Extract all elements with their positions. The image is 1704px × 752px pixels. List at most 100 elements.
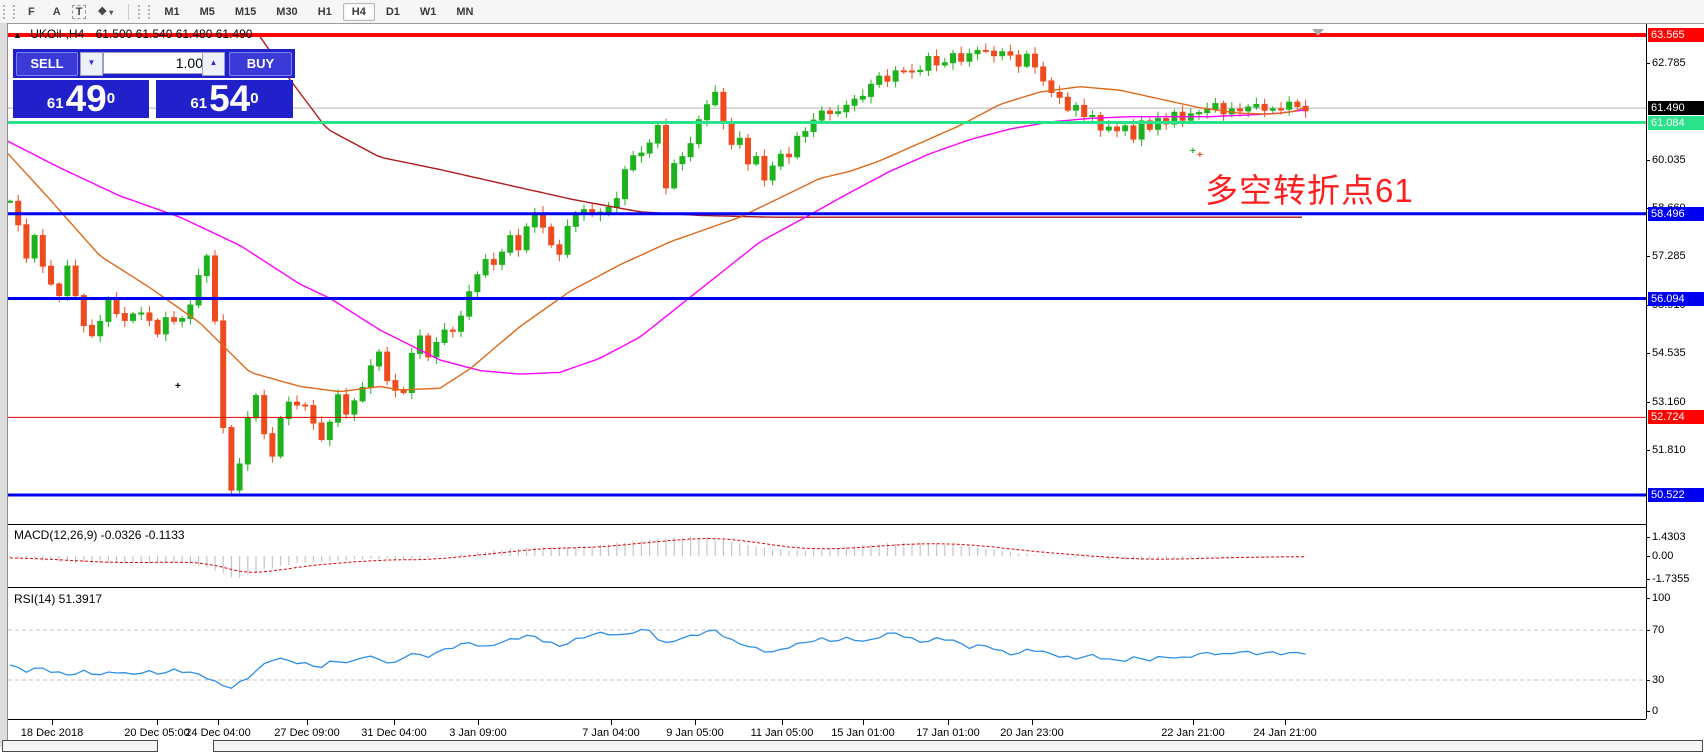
- toolbar-grip-2[interactable]: [138, 5, 150, 19]
- date-axis-tick: [157, 720, 158, 725]
- price-badge-63.565: 63.565: [1648, 28, 1704, 42]
- timeframe-m5[interactable]: M5: [191, 3, 224, 21]
- timeframe-buttons: M1M5M15M30H1H4D1W1MN: [154, 3, 483, 21]
- buy-price-display[interactable]: 61 54 0: [156, 80, 293, 118]
- price-badge-52.724: 52.724: [1648, 410, 1704, 424]
- sell-button[interactable]: SELL: [16, 52, 78, 76]
- date-axis-tick: [394, 720, 395, 725]
- macd-axis-label: 1.4303: [1652, 531, 1704, 543]
- rsi-axis-label: 30: [1652, 674, 1704, 686]
- volume-increase-button[interactable]: ▲: [202, 52, 225, 76]
- date-axis-label: 18 Dec 2018: [21, 727, 83, 739]
- date-axis-label: 20 Dec 05:00: [124, 727, 189, 739]
- date-axis-label: 7 Jan 04:00: [582, 727, 640, 739]
- date-axis[interactable]: 18 Dec 201820 Dec 05:0024 Dec 04:0027 De…: [8, 719, 1646, 741]
- chart-marker-icon: +: [1190, 146, 1196, 157]
- date-axis-tick: [611, 720, 612, 725]
- chart-shift-marker-icon[interactable]: [1312, 29, 1324, 36]
- price-badge-58.496: 58.496: [1648, 207, 1704, 221]
- price-axis-label: 60.035: [1652, 154, 1704, 166]
- timeframe-h4[interactable]: H4: [343, 3, 375, 21]
- timeframe-d1[interactable]: D1: [377, 3, 409, 21]
- toolbar-grip[interactable]: [3, 5, 15, 19]
- date-axis-tick: [478, 720, 479, 725]
- sell-price-display[interactable]: 61 49 0: [13, 80, 149, 118]
- panel-divider[interactable]: [8, 524, 1646, 525]
- price-axis-tick: [1646, 160, 1650, 161]
- chart-marker-icon: +: [1197, 150, 1203, 161]
- date-axis-label: 24 Jan 21:00: [1253, 727, 1317, 739]
- date-axis-tick: [52, 720, 53, 725]
- date-axis-tick: [1285, 720, 1286, 725]
- date-axis-label: 11 Jan 05:00: [751, 727, 814, 739]
- timeframe-h1[interactable]: H1: [309, 3, 341, 21]
- terminal-window: FAT❖▾ M1M5M15M30H1H4D1W1MN ▲ UKOil-,H4 6…: [0, 0, 1704, 747]
- date-axis-tick: [1032, 720, 1033, 725]
- toolbar-separator: [128, 4, 129, 20]
- cursor-a-tool-icon[interactable]: A: [46, 4, 68, 20]
- date-axis-tick: [863, 720, 864, 725]
- text-tool-icon[interactable]: T: [72, 5, 87, 19]
- date-axis-label: 15 Jan 01:00: [831, 727, 895, 739]
- panel-divider-2[interactable]: [8, 587, 1646, 588]
- price-badge-61.490: 61.490: [1648, 101, 1704, 115]
- rsi-axis-label: 100: [1652, 592, 1704, 604]
- sell-price-big: 49: [66, 82, 107, 116]
- date-axis-tick: [1193, 720, 1194, 725]
- timeframe-m1[interactable]: M1: [155, 3, 188, 21]
- date-axis-label: 20 Jan 23:00: [1000, 727, 1064, 739]
- price-axis-label: 53.160: [1652, 396, 1704, 408]
- price-axis-tick: [1646, 353, 1650, 354]
- price-axis-label: 62.785: [1652, 57, 1704, 69]
- price-axis-tick: [1646, 63, 1650, 64]
- buy-price-big: 54: [209, 82, 250, 116]
- sell-price-sup: 0: [107, 90, 115, 107]
- trade-panel-top-row: SELL ▼ ▲ BUY: [13, 49, 295, 78]
- timeframe-w1[interactable]: W1: [411, 3, 446, 21]
- date-axis-tick: [782, 720, 783, 725]
- window-left-frame: [0, 23, 8, 747]
- chart-marker-icon: +: [175, 381, 181, 392]
- date-axis-tick: [695, 720, 696, 725]
- timeframe-m30[interactable]: M30: [267, 3, 306, 21]
- timeframe-mn[interactable]: MN: [447, 3, 482, 21]
- date-axis-label: 22 Jan 21:00: [1161, 727, 1225, 739]
- chart-annotation-text: 多空转折点61: [1205, 164, 1414, 212]
- rsi-panel-canvas[interactable]: [8, 590, 1646, 719]
- price-axis-tick: [1646, 402, 1650, 403]
- date-axis-tick: [307, 720, 308, 725]
- rsi-axis-label: 70: [1652, 624, 1704, 636]
- drawing-tools: FAT❖▾: [19, 3, 122, 20]
- buy-price-small: 61: [190, 95, 207, 112]
- date-axis-label: 24 Dec 04:00: [185, 727, 250, 739]
- price-badge-56.094: 56.094: [1648, 292, 1704, 306]
- price-axis-tick: [1646, 450, 1650, 451]
- macd-label: MACD(12,26,9) -0.0326 -0.1133: [14, 528, 185, 542]
- macd-panel-canvas[interactable]: [8, 526, 1646, 587]
- price-badge-50.522: 50.522: [1648, 488, 1704, 502]
- date-axis-label: 9 Jan 05:00: [666, 727, 724, 739]
- rsi-label: RSI(14) 51.3917: [14, 592, 102, 606]
- date-axis-label: 31 Dec 04:00: [361, 727, 426, 739]
- statusbar-box-right: [213, 740, 1703, 752]
- timeframe-m15[interactable]: M15: [226, 3, 265, 21]
- volume-decrease-button[interactable]: ▼: [80, 52, 103, 76]
- grid-f-tool-icon[interactable]: F: [21, 4, 42, 20]
- shapes-tool-icon[interactable]: ❖▾: [90, 3, 120, 20]
- macd-axis-label: -1.7355: [1652, 573, 1704, 585]
- sell-price-small: 61: [47, 95, 64, 112]
- rsi-axis-label: 0: [1652, 705, 1704, 717]
- ohlc-values: 61.500 61.540 61.480 61.490: [96, 27, 253, 41]
- buy-button[interactable]: BUY: [229, 52, 292, 76]
- date-axis-tick: [218, 720, 219, 725]
- price-badge-61.084: 61.084: [1648, 116, 1704, 130]
- price-axis-tick: [1646, 256, 1650, 257]
- date-axis-label: 17 Jan 01:00: [916, 727, 980, 739]
- volume-input[interactable]: [103, 52, 209, 74]
- price-axis-label: 57.285: [1652, 250, 1704, 262]
- chart-toolbar: FAT❖▾ M1M5M15M30H1H4D1W1MN: [0, 0, 1704, 24]
- one-click-panel-toggle[interactable]: ▲: [13, 30, 22, 40]
- statusbar-box-left: [2, 740, 158, 752]
- symbol-period-label: UKOil-,H4: [30, 27, 84, 41]
- macd-axis-label: 0.00: [1652, 550, 1704, 562]
